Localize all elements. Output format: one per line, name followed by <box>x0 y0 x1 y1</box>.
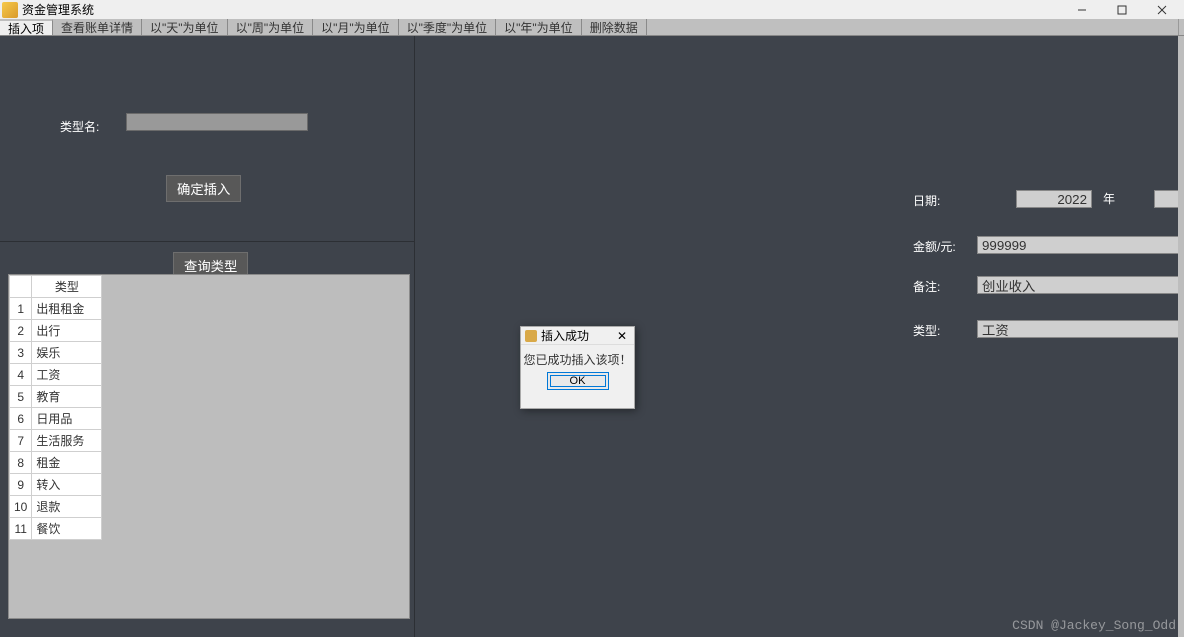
row-index: 7 <box>10 430 32 452</box>
tab-delete[interactable]: 删除数据 <box>582 19 647 35</box>
row-index: 4 <box>10 364 32 386</box>
row-value: 工资 <box>32 364 102 386</box>
tab-week[interactable]: 以"周"为单位 <box>228 19 314 35</box>
col-header-type: 类型 <box>32 276 102 298</box>
dialog-ok-button[interactable]: OK <box>547 372 609 390</box>
table-row[interactable]: 2出行 <box>10 320 102 342</box>
year-input[interactable] <box>1016 190 1092 208</box>
amount-input[interactable] <box>977 236 1184 254</box>
row-index: 10 <box>10 496 32 518</box>
right-scrollbar[interactable] <box>1178 36 1184 637</box>
row-value: 娱乐 <box>32 342 102 364</box>
type-label: 类型: <box>913 322 973 339</box>
divider <box>0 241 414 242</box>
app-title: 资金管理系统 <box>22 1 94 18</box>
confirm-insert-type-button[interactable]: 确定插入 <box>166 175 241 202</box>
type-table-wrap: 类型 1出租租金2出行3娱乐4工资5教育6日用品7生活服务8租金9转入10退款1… <box>8 274 410 619</box>
row-index: 6 <box>10 408 32 430</box>
row-index: 9 <box>10 474 32 496</box>
date-label: 日期: <box>913 192 973 209</box>
table-row[interactable]: 1出租租金 <box>10 298 102 320</box>
dialog-icon <box>525 330 537 342</box>
watermark: CSDN @Jackey_Song_Odd <box>1012 618 1176 633</box>
table-row[interactable]: 3娱乐 <box>10 342 102 364</box>
dialog-close-button[interactable]: ✕ <box>614 329 630 343</box>
row-index: 11 <box>10 518 32 540</box>
type-table: 类型 1出租租金2出行3娱乐4工资5教育6日用品7生活服务8租金9转入10退款1… <box>9 275 102 540</box>
maximize-button[interactable] <box>1102 0 1142 19</box>
remark-input[interactable] <box>977 276 1184 294</box>
table-row[interactable]: 8租金 <box>10 452 102 474</box>
tab-insert[interactable]: 插入项 <box>0 19 53 35</box>
tab-day[interactable]: 以"天"为单位 <box>142 19 228 35</box>
close-button[interactable] <box>1142 0 1182 19</box>
type-name-label: 类型名: <box>60 118 99 135</box>
minimize-button[interactable] <box>1062 0 1102 19</box>
left-pane: 类型名: 确定插入 查询类型 类型 1出租租金2出行3娱乐4工资5教育6日用品7… <box>0 36 415 637</box>
row-value: 出租租金 <box>32 298 102 320</box>
tab-month[interactable]: 以"月"为单位 <box>313 19 399 35</box>
window-controls <box>1062 0 1182 19</box>
app-icon <box>2 2 18 18</box>
row-value: 教育 <box>32 386 102 408</box>
table-row[interactable]: 9转入 <box>10 474 102 496</box>
row-value: 生活服务 <box>32 430 102 452</box>
row-value: 餐饮 <box>32 518 102 540</box>
type-name-input[interactable] <box>126 113 308 131</box>
row-value: 退款 <box>32 496 102 518</box>
row-index: 8 <box>10 452 32 474</box>
tab-year[interactable]: 以"年"为单位 <box>496 19 582 35</box>
table-row[interactable]: 11餐饮 <box>10 518 102 540</box>
row-index: 3 <box>10 342 32 364</box>
dialog-title: 插入成功 <box>541 327 589 344</box>
row-value: 日用品 <box>32 408 102 430</box>
row-index: 5 <box>10 386 32 408</box>
row-value: 转入 <box>32 474 102 496</box>
row-value: 出行 <box>32 320 102 342</box>
amount-label: 金额/元: <box>913 238 973 255</box>
row-index: 2 <box>10 320 32 342</box>
type-input[interactable] <box>977 320 1184 338</box>
success-dialog: 插入成功 ✕ 您已成功插入该项！ OK <box>520 326 635 409</box>
tab-strip: 插入项 查看账单详情 以"天"为单位 以"周"为单位 以"月"为单位 以"季度"… <box>0 19 1184 36</box>
tab-view-bill[interactable]: 查看账单详情 <box>53 19 142 35</box>
year-unit: 年 <box>1103 190 1115 207</box>
table-row[interactable]: 7生活服务 <box>10 430 102 452</box>
row-index: 1 <box>10 298 32 320</box>
table-row[interactable]: 6日用品 <box>10 408 102 430</box>
table-row[interactable]: 10退款 <box>10 496 102 518</box>
dialog-title-bar: 插入成功 ✕ <box>521 327 634 345</box>
dialog-body: 您已成功插入该项！ <box>521 345 634 372</box>
title-bar: 资金管理系统 <box>0 0 1184 19</box>
table-row[interactable]: 4工资 <box>10 364 102 386</box>
corner-cell <box>10 276 32 298</box>
tab-scroll-grip[interactable] <box>1178 19 1184 35</box>
table-row[interactable]: 5教育 <box>10 386 102 408</box>
row-value: 租金 <box>32 452 102 474</box>
remark-label: 备注: <box>913 278 973 295</box>
tab-quarter[interactable]: 以"季度"为单位 <box>399 19 497 35</box>
